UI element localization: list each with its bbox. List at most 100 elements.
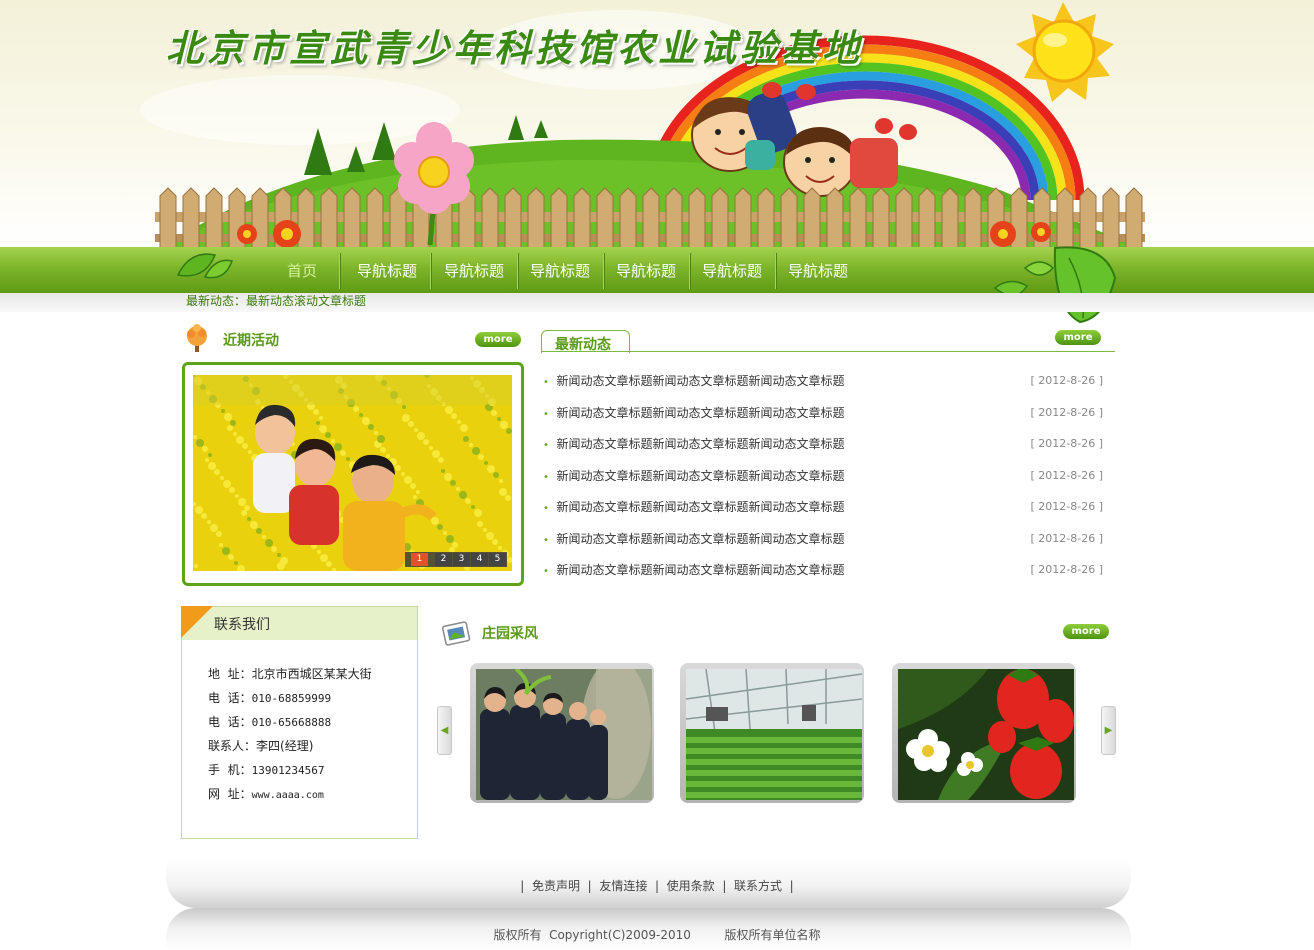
news-item-date: [ 2012-8-26 ] <box>1030 374 1103 387</box>
bullet-icon: • <box>543 472 549 483</box>
footer-separator: | <box>520 879 525 893</box>
activities-title: 近期活动 <box>223 333 279 349</box>
arrow-left-icon: ◀ <box>440 725 449 736</box>
bullet-icon: • <box>543 566 549 577</box>
slide-page-2[interactable]: 2 <box>435 553 452 566</box>
news-item-title[interactable]: 新闻动态文章标题新闻动态文章标题新闻动态文章标题 <box>557 563 845 577</box>
contact-label: 联系人： <box>208 739 257 753</box>
contact-label: 电 话： <box>208 691 252 705</box>
contact-row-phone-2: 电 话：010-65668888 <box>208 713 331 730</box>
bullet-icon: • <box>543 440 549 451</box>
news-item[interactable]: • 新闻动态文章标题新闻动态文章标题新闻动态文章标题 [ 2012-8-26 ] <box>543 466 1103 486</box>
gallery-item[interactable] <box>892 663 1076 803</box>
contact-title: 联系我们 <box>214 617 270 633</box>
bullet-icon: • <box>543 377 549 388</box>
contact-row-person: 联系人：李四(经理) <box>208 737 313 754</box>
news-item[interactable]: • 新闻动态文章标题新闻动态文章标题新闻动态文章标题 [ 2012-8-26 ] <box>543 529 1103 549</box>
news-item-title[interactable]: 新闻动态文章标题新闻动态文章标题新闻动态文章标题 <box>557 406 845 420</box>
news-item[interactable]: • 新闻动态文章标题新闻动态文章标题新闻动态文章标题 [ 2012-8-26 ] <box>543 560 1103 580</box>
news-tab[interactable]: 最新动态 <box>541 330 630 353</box>
contact-value: 010-65668888 <box>251 716 332 729</box>
nav-item-home[interactable]: 首页 <box>270 247 334 293</box>
footer-copyright: 版权所有 Copyright(C)2009-2010 版权所有单位名称 <box>0 926 1314 943</box>
gallery-item[interactable] <box>470 663 654 803</box>
news-item-date: [ 2012-8-26 ] <box>1030 469 1103 482</box>
news-item-date: [ 2012-8-26 ] <box>1030 437 1103 450</box>
footer-link-contact[interactable]: 联系方式 <box>734 879 782 893</box>
contact-label: 地 址： <box>208 667 252 681</box>
contact-row-website: 网 址：www.aaaa.com <box>208 785 324 802</box>
contact-row-address: 地 址：北京市西城区某某大街 <box>208 665 372 682</box>
gallery-item[interactable] <box>680 663 864 803</box>
gallery-photo-strawberries <box>898 669 1074 800</box>
footer-separator: | <box>587 879 592 893</box>
news-item-date: [ 2012-8-26 ] <box>1030 563 1103 576</box>
sun-icon <box>1016 2 1114 102</box>
contact-value: 北京市西城区某某大街 <box>251 667 372 681</box>
news-item-date: [ 2012-8-26 ] <box>1030 532 1103 545</box>
footer-link-terms[interactable]: 使用条款 <box>667 879 715 893</box>
nav-item-7[interactable]: 导航标题 <box>776 247 860 293</box>
contact-label: 网 址： <box>208 787 252 801</box>
header-banner: 北京市宣武青少年科技馆农业试验基地 <box>0 0 1314 250</box>
nav-item-3[interactable]: 导航标题 <box>432 247 516 293</box>
footer-separator: | <box>722 879 727 893</box>
slide-page-1[interactable]: 1 <box>411 553 428 566</box>
news-item-date: [ 2012-8-26 ] <box>1030 500 1103 513</box>
copyright-text: 版权所有 Copyright(C)2009-2010 <box>493 928 691 942</box>
nav-separator <box>430 253 431 289</box>
gallery-title: 庄园采风 <box>482 626 538 642</box>
nav-item-2[interactable]: 导航标题 <box>345 247 429 293</box>
contact-value: 李四(经理) <box>256 739 314 753</box>
arrow-right-icon: ▶ <box>1104 725 1113 736</box>
contact-value: 13901234567 <box>251 764 325 777</box>
bullet-icon: • <box>543 409 549 420</box>
news-item-title[interactable]: 新闻动态文章标题新闻动态文章标题新闻动态文章标题 <box>557 374 845 388</box>
news-item[interactable]: • 新闻动态文章标题新闻动态文章标题新闻动态文章标题 [ 2012-8-26 ] <box>543 371 1103 391</box>
news-item-title[interactable]: 新闻动态文章标题新闻动态文章标题新闻动态文章标题 <box>557 500 845 514</box>
nav-separator <box>339 253 340 289</box>
leaf-decoration-right-icon <box>993 246 1117 324</box>
bullet-icon: • <box>543 535 549 546</box>
gallery-prev-button[interactable]: ◀ <box>437 706 452 755</box>
footer-separator: | <box>654 879 660 893</box>
photo-icon <box>442 621 471 646</box>
footer-separator: | <box>789 879 794 893</box>
tree-icon <box>187 324 207 352</box>
footer-link-friends[interactable]: 友情连接 <box>599 879 647 893</box>
contact-row-mobile: 手 机：13901234567 <box>208 761 325 778</box>
news-more-button[interactable]: more <box>1055 330 1101 345</box>
leaf-decoration-left-icon <box>176 253 233 279</box>
gallery-more-button[interactable]: more <box>1063 624 1109 639</box>
copyright-owner: 版权所有单位名称 <box>724 928 821 942</box>
nav-item-5[interactable]: 导航标题 <box>604 247 688 293</box>
news-item-title[interactable]: 新闻动态文章标题新闻动态文章标题新闻动态文章标题 <box>557 469 845 483</box>
slide-page-4[interactable]: 4 <box>471 553 488 566</box>
nav-item-4[interactable]: 导航标题 <box>518 247 602 293</box>
slide-page-3[interactable]: 3 <box>453 553 470 566</box>
contact-value: 010-68859999 <box>251 692 332 705</box>
gallery-photo-students <box>476 669 652 800</box>
children-in-flowers-image <box>193 375 512 571</box>
activities-more-button[interactable]: more <box>475 332 521 347</box>
news-item[interactable]: • 新闻动态文章标题新闻动态文章标题新闻动态文章标题 [ 2012-8-26 ] <box>543 403 1103 423</box>
news-item-title[interactable]: 新闻动态文章标题新闻动态文章标题新闻动态文章标题 <box>557 437 845 451</box>
news-divider <box>541 351 1115 352</box>
nav-item-6[interactable]: 导航标题 <box>690 247 774 293</box>
contact-value[interactable]: www.aaaa.com <box>252 790 324 801</box>
contact-label: 电 话： <box>208 715 252 729</box>
bullet-icon: • <box>543 503 549 514</box>
activity-photo[interactable] <box>193 375 512 571</box>
news-item[interactable]: • 新闻动态文章标题新闻动态文章标题新闻动态文章标题 [ 2012-8-26 ] <box>543 434 1103 454</box>
footer-links: | 免责声明 | 友情连接 | 使用条款 | 联系方式 | <box>0 877 1314 894</box>
news-item-title[interactable]: 新闻动态文章标题新闻动态文章标题新闻动态文章标题 <box>557 532 845 546</box>
gallery-photo-greenhouse <box>686 669 862 800</box>
gallery-next-button[interactable]: ▶ <box>1101 706 1116 755</box>
contact-corner-decoration <box>181 606 213 638</box>
slide-page-5[interactable]: 5 <box>489 553 506 566</box>
news-item-date: [ 2012-8-26 ] <box>1030 406 1103 419</box>
footer-link-disclaimer[interactable]: 免责声明 <box>532 879 580 893</box>
contact-label: 手 机： <box>208 763 252 777</box>
news-ticker-text[interactable]: 最新动态：最新动态滚动文章标题 <box>186 293 366 310</box>
news-item[interactable]: • 新闻动态文章标题新闻动态文章标题新闻动态文章标题 [ 2012-8-26 ] <box>543 497 1103 517</box>
